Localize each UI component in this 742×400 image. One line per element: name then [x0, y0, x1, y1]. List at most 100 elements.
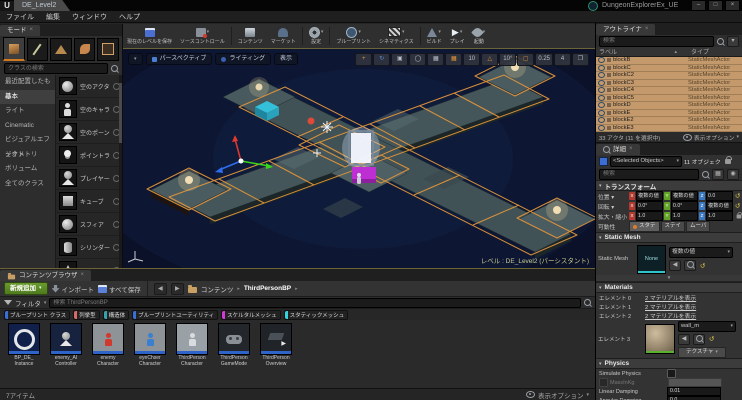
- visibility-eye-icon[interactable]: [598, 102, 605, 108]
- outliner-search-input[interactable]: [599, 36, 714, 47]
- asset-thirdperson-gamemode[interactable]: ThirdPersonGameMode: [214, 323, 254, 367]
- transform-section-header[interactable]: ▾トランスフォーム: [596, 180, 742, 191]
- view-options-button[interactable]: 表示オプション: [538, 390, 584, 400]
- category-lights[interactable]: ライト: [0, 104, 55, 119]
- menu-edit[interactable]: 編集: [46, 12, 60, 22]
- scale-tool-button[interactable]: ▣: [391, 53, 408, 66]
- category-all-classes[interactable]: 全てのクラス: [0, 177, 55, 192]
- world-local-toggle[interactable]: ◯: [409, 53, 426, 66]
- filter-chip-blueprint-class[interactable]: ブループリント クラス: [4, 310, 70, 320]
- filter-chip-static-mesh[interactable]: スタティックメッシュ: [284, 310, 348, 320]
- rotation-label[interactable]: 回転 ▾: [598, 202, 628, 211]
- source-control-button[interactable]: ▾ソースコントロール: [176, 27, 229, 45]
- outliner-row[interactable]: blockE2StaticMeshActor: [596, 117, 742, 125]
- scrollbar[interactable]: [119, 75, 122, 287]
- reset-icon[interactable]: ↺: [735, 192, 740, 200]
- visibility-eye-icon[interactable]: [598, 117, 605, 123]
- filter-chip-skeletal-mesh[interactable]: スケルタルメッシュ: [221, 310, 281, 320]
- outliner-row[interactable]: blockC2StaticMeshActor: [596, 72, 742, 80]
- simulate-physics-checkbox[interactable]: [667, 369, 676, 378]
- place-cylinder[interactable]: シリンダー: [56, 236, 122, 259]
- menu-help[interactable]: ヘルプ: [119, 12, 140, 22]
- mobility-movable-button[interactable]: ムーバ: [686, 221, 710, 232]
- location-z-field[interactable]: 0.0: [706, 191, 733, 201]
- outliner-row[interactable]: blockC3StaticMeshActor: [596, 80, 742, 88]
- view-mode-button[interactable]: ライティング: [215, 53, 271, 65]
- asset-eyechser-character[interactable]: eyeChserCharacter: [130, 323, 170, 367]
- tab-details[interactable]: 詳細×: [596, 144, 640, 155]
- materials-section-header[interactable]: ▾Materials: [596, 282, 742, 293]
- texture-button[interactable]: テクスチャ▾: [678, 347, 726, 358]
- scale-z-field[interactable]: 1.0: [706, 211, 733, 221]
- outliner-row[interactable]: blockBStaticMeshActor: [596, 57, 742, 65]
- show-materials-link[interactable]: 2 マテリアルを表示: [645, 293, 696, 302]
- blueprints-button[interactable]: ▾ブループリント: [332, 27, 375, 45]
- column-label[interactable]: ラベル: [599, 47, 674, 56]
- filter-chip-struct[interactable]: 構造体: [103, 310, 130, 320]
- breadcrumb-thirdpersonbp[interactable]: ThirdPersonBP: [244, 285, 291, 292]
- mobility-static-button[interactable]: スタテ: [629, 221, 660, 232]
- level-editor-tab[interactable]: DE_Level2: [14, 0, 70, 11]
- ue-logo-icon[interactable]: U: [0, 1, 14, 11]
- details-grid-button[interactable]: ▦: [712, 169, 724, 180]
- class-search-input[interactable]: [4, 63, 108, 74]
- outliner-row[interactable]: blockE3StaticMeshActor: [596, 125, 742, 133]
- asset-search-input[interactable]: [49, 298, 581, 308]
- launch-button[interactable]: ▾起動: [469, 27, 490, 45]
- play-button[interactable]: ▶▾プレイ: [446, 27, 469, 45]
- import-button[interactable]: インポート: [52, 284, 95, 294]
- close-button[interactable]: ×: [725, 0, 740, 11]
- scale-y-field[interactable]: 1.0: [671, 211, 698, 221]
- visibility-eye-icon[interactable]: [598, 72, 605, 78]
- asset-enemy-ai-controller[interactable]: enemy_AIController: [46, 323, 86, 367]
- asset-thirdperson-character[interactable]: ThirdPersonCharacter: [172, 323, 212, 367]
- location-x-field[interactable]: 複数の値: [636, 191, 663, 201]
- rotation-y-field[interactable]: 0.0°: [671, 201, 698, 211]
- viewport[interactable]: ▾ パースペクティブ ライティング 表示 + ↻ ▣ ◯ ▦ ▦ 10 △ 10…: [123, 49, 595, 268]
- tab-modes[interactable]: モード×: [0, 25, 40, 36]
- reset-icon[interactable]: ↺: [735, 202, 740, 210]
- section-expander[interactable]: ▼: [596, 275, 742, 282]
- outliner-row[interactable]: blockDStaticMeshActor: [596, 102, 742, 110]
- visibility-eye-icon[interactable]: [598, 57, 605, 63]
- mass-override-checkbox[interactable]: [599, 378, 608, 387]
- place-point-light[interactable]: ポイントラ: [56, 144, 122, 167]
- scale-snap-toggle[interactable]: ▢: [517, 53, 534, 66]
- browse-asset-button[interactable]: [693, 334, 705, 345]
- rotation-snap-value[interactable]: 10°: [499, 53, 516, 66]
- forward-button[interactable]: ▶: [171, 283, 184, 295]
- place-empty-pawn[interactable]: 空のポーン: [56, 121, 122, 144]
- asset-bp-de-instance[interactable]: BP_DE_Instance: [4, 323, 44, 367]
- show-button[interactable]: 表示: [274, 53, 298, 65]
- breadcrumb-content[interactable]: コンテンツ: [201, 284, 234, 294]
- filter-chip-blueprint-utility[interactable]: ブループリントユーティリティ: [132, 310, 218, 320]
- camera-speed-button[interactable]: 4: [554, 53, 571, 66]
- lock-icon[interactable]: [725, 159, 731, 164]
- location-label[interactable]: 位置 ▾: [598, 192, 628, 201]
- landscape-mode-button[interactable]: [50, 38, 72, 61]
- place-player-start[interactable]: プレイヤー: [56, 167, 122, 190]
- outliner-row[interactable]: blockC4StaticMeshActor: [596, 87, 742, 95]
- asset-thirdperson-overview[interactable]: ThirdPersonOverview: [256, 323, 296, 367]
- details-search-input[interactable]: [599, 169, 699, 180]
- place-empty-actor[interactable]: 空のアクタ: [56, 75, 122, 98]
- grid-snap-toggle[interactable]: ▦: [445, 53, 462, 66]
- mobility-stationary-button[interactable]: ステイ: [661, 221, 686, 232]
- close-icon[interactable]: ×: [629, 144, 633, 155]
- placement-mode-button[interactable]: [3, 37, 25, 61]
- maximize-button[interactable]: □: [708, 0, 723, 11]
- visibility-eye-icon[interactable]: [598, 80, 605, 86]
- visibility-eye-icon[interactable]: [598, 95, 605, 101]
- category-recent[interactable]: 最近配置したもの: [0, 75, 55, 90]
- location-y-field[interactable]: 複数の値: [671, 191, 698, 201]
- visibility-eye-icon[interactable]: [598, 110, 605, 116]
- static-mesh-section-header[interactable]: ▾Static Mesh: [596, 232, 742, 243]
- category-volumes[interactable]: ボリューム: [0, 162, 55, 177]
- marketplace-button[interactable]: マーケット: [267, 27, 300, 45]
- use-selected-asset-button[interactable]: ◀: [669, 260, 681, 271]
- browse-asset-button[interactable]: [684, 260, 696, 271]
- add-new-button[interactable]: 新規追加▾: [4, 282, 48, 295]
- minimize-button[interactable]: –: [691, 0, 706, 11]
- surface-snap-toggle[interactable]: ▦: [427, 53, 444, 66]
- reset-icon[interactable]: ↺: [709, 335, 714, 343]
